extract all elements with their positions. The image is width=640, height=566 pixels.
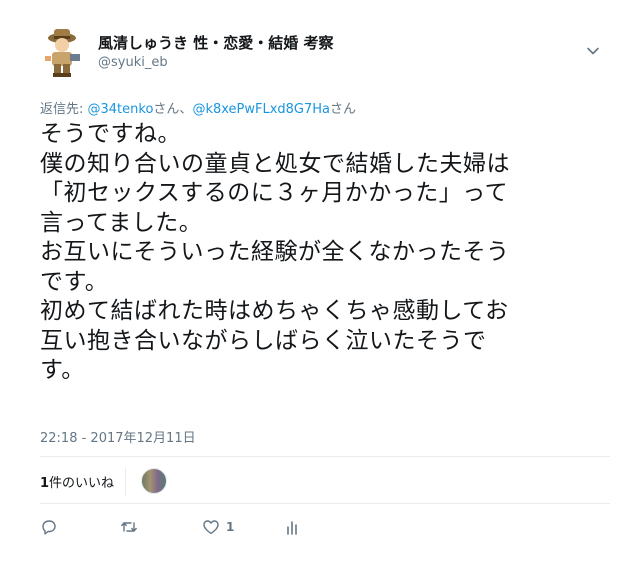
tweet-text: そうですね。 僕の知り合いの童貞と処女で結婚した夫婦は 「初セックスするのに３ヶ… [40, 120, 600, 386]
tweet-line: 「初セックスするのに３ヶ月かかった」って [40, 180, 509, 206]
reply-button[interactable] [40, 516, 58, 538]
likes-link[interactable]: 1件のいいね [40, 472, 114, 491]
tweet-line: です。 [40, 268, 109, 295]
likes-count: 1 [40, 476, 50, 491]
reply-context: 返信先: @34tenkoさん、@k8xePwFLxd8G7Haさん [40, 98, 356, 117]
user-names: 風清しゅうき 性・恋愛・結婚 考察 @syuki_eb [98, 32, 333, 70]
retweet-button[interactable] [120, 516, 138, 538]
divider [40, 456, 610, 457]
mention-suffix-2: さん [330, 102, 357, 117]
tweet-line: お互いにそういった経験が全くなかったそう [40, 239, 510, 265]
chevron-down-icon[interactable] [586, 44, 600, 58]
like-button[interactable]: 1 [202, 516, 234, 538]
reply-icon [42, 520, 56, 535]
mention-suffix-1: さん、 [153, 102, 193, 117]
explorer-avatar-icon[interactable] [40, 26, 88, 78]
liker-avatar[interactable] [141, 468, 167, 494]
like-count: 1 [226, 520, 235, 534]
tweet-actions: 1 [40, 516, 320, 540]
tweet-line: 言ってました。 [40, 209, 203, 236]
mention-link-1[interactable]: @34tenko [88, 102, 154, 117]
vertical-divider [125, 468, 126, 496]
analytics-button[interactable] [284, 516, 302, 538]
tweet-line: 互い抱き合いながらしばらく泣いたそうで [40, 327, 487, 354]
analytics-icon [287, 521, 297, 535]
tweet-line: す。 [40, 357, 85, 383]
heart-icon [203, 520, 219, 535]
tweet-timestamp[interactable]: 22:18 - 2017年12月11日 [40, 427, 196, 446]
divider [40, 503, 610, 504]
tweet-line: そうですね。 [40, 121, 181, 147]
tweet-line: 僕の知り合いの童貞と処女で結婚した夫婦は [40, 150, 510, 177]
display-name[interactable]: 風清しゅうき 性・恋愛・結婚 考察 [98, 32, 333, 53]
user-handle[interactable]: @syuki_eb [98, 55, 333, 70]
mention-link-2[interactable]: @k8xePwFLxd8G7Ha [192, 102, 330, 117]
tweet-card: 風清しゅうき 性・恋愛・結婚 考察 @syuki_eb 返信先: @34tenk… [0, 0, 640, 566]
retweet-icon [121, 522, 137, 532]
reply-prefix: 返信先: [40, 102, 88, 117]
likes-label: 件のいいね [49, 476, 115, 491]
tweet-line: 初めて結ばれた時はめちゃくちゃ感動してお [40, 298, 509, 324]
tweet-header: 風清しゅうき 性・恋愛・結婚 考察 @syuki_eb [40, 26, 610, 86]
